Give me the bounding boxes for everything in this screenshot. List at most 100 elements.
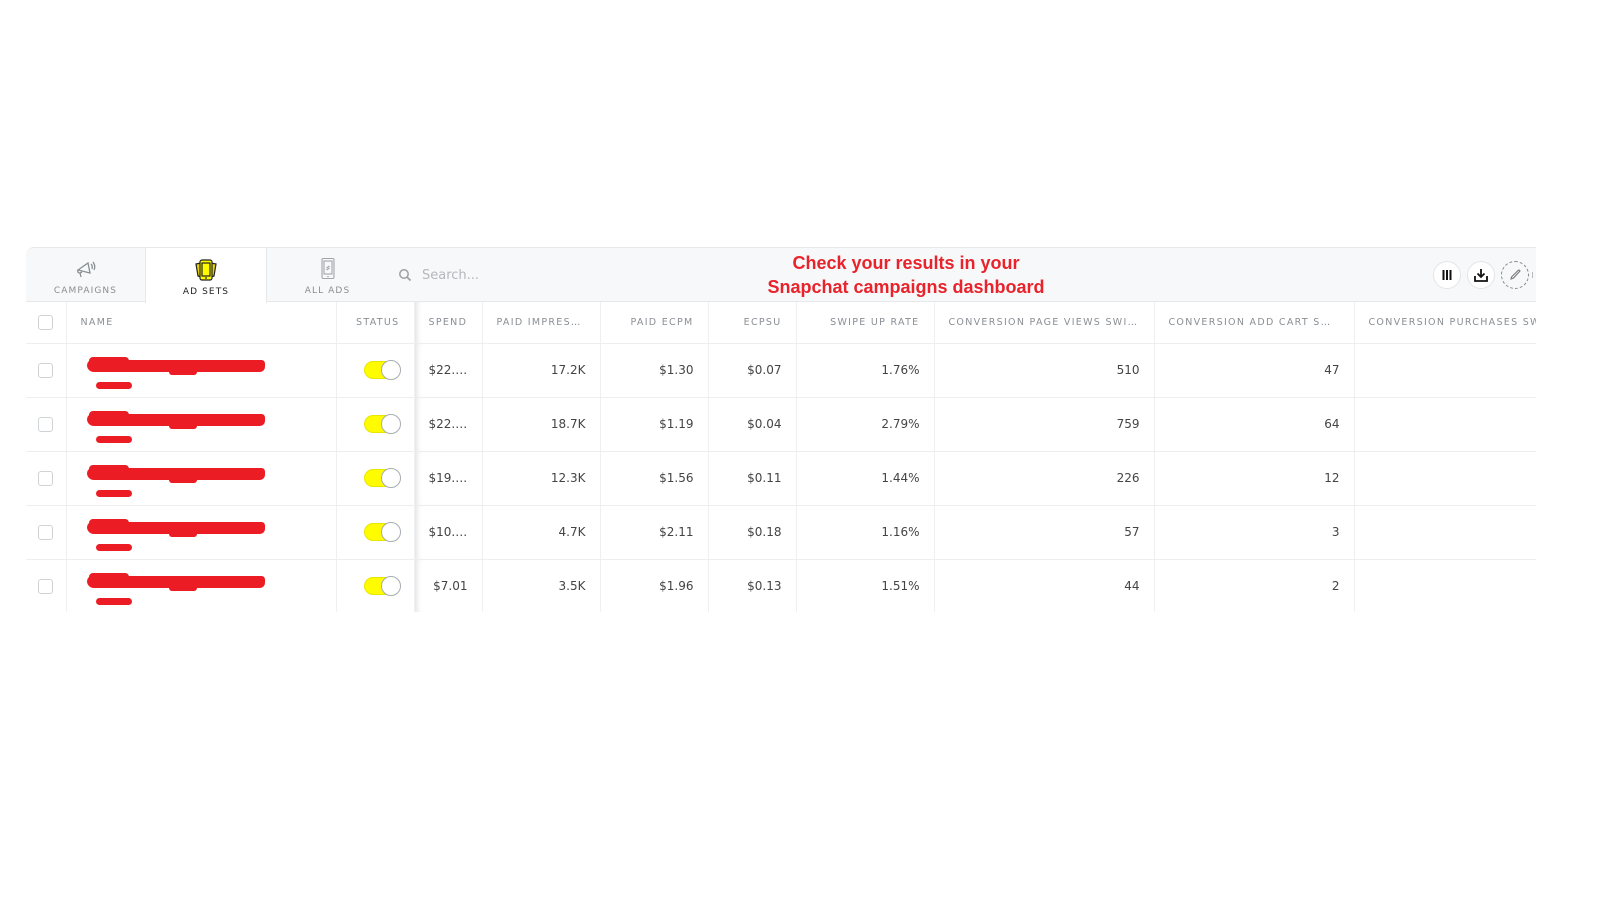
- conversion-page-views-cell: 57: [934, 505, 1155, 560]
- redaction-mark: [95, 598, 132, 605]
- paid-impressions-cell: 17.2K: [482, 343, 601, 398]
- ecpsu-cell: $0.18: [708, 505, 797, 560]
- redaction-mark: [95, 544, 132, 551]
- toggle-knob: [380, 576, 401, 596]
- conversion-purchases-cell: [1354, 397, 1536, 452]
- columns-icon: [1442, 270, 1452, 280]
- tab-all-ads[interactable]: ALL ADS: [267, 248, 388, 302]
- status-cell: [336, 397, 415, 452]
- redacted-name: [81, 404, 322, 444]
- paid-ecpm-cell: $1.56: [600, 451, 709, 506]
- spend-cell: $7.01: [414, 559, 483, 612]
- status-cell: [336, 505, 415, 560]
- column-header-ecpsu[interactable]: ECPSU: [708, 302, 797, 344]
- columns-button[interactable]: [1433, 261, 1461, 289]
- tab-campaigns[interactable]: CAMPAIGNS: [26, 248, 145, 302]
- redaction-mark: [95, 436, 132, 443]
- ad-set-name-cell[interactable]: [66, 559, 337, 612]
- status-toggle[interactable]: [363, 468, 401, 488]
- megaphone-icon: [74, 256, 98, 282]
- search-icon: [399, 269, 412, 282]
- select-all-checkbox[interactable]: [38, 314, 54, 330]
- redacted-name: [81, 458, 322, 498]
- column-header-paid-impressions[interactable]: PAID IMPRESS…: [482, 302, 601, 344]
- row-select-cell: [26, 505, 67, 560]
- row-select-cell: [26, 397, 67, 452]
- row-checkbox[interactable]: [38, 416, 54, 432]
- paid-impressions-cell: 3.5K: [482, 559, 601, 612]
- conversion-page-views-cell: 759: [934, 397, 1155, 452]
- column-header-paid-ecpm[interactable]: PAID ECPM: [600, 302, 709, 344]
- row-select-cell: [26, 343, 67, 398]
- redaction-mark: [168, 474, 197, 483]
- ecpsu-cell: $0.11: [708, 451, 797, 506]
- table-row[interactable]: $19.21 12.3K $1.56 $0.11 1.44% 226 12: [26, 451, 1536, 506]
- status-toggle[interactable]: [363, 414, 401, 434]
- annotation-text: Check your results in your Snapchat camp…: [756, 251, 1056, 299]
- search-input[interactable]: [422, 267, 592, 283]
- conversion-add-cart-cell: 2: [1154, 559, 1355, 612]
- table-row[interactable]: $10.03 4.7K $2.11 $0.18 1.16% 57 3: [26, 505, 1536, 560]
- download-button[interactable]: [1467, 261, 1495, 289]
- redacted-name: [81, 350, 322, 390]
- redaction-mark: [168, 420, 197, 429]
- redacted-name: [81, 512, 322, 552]
- download-icon: [1474, 268, 1488, 282]
- toolbar: CAMPAIGNS AD SETS ALL ADS Check your res…: [26, 248, 1536, 303]
- table-row[interactable]: $22.39 17.2K $1.30 $0.07 1.76% 510 47: [26, 343, 1536, 398]
- paid-impressions-cell: 18.7K: [482, 397, 601, 452]
- row-checkbox[interactable]: [38, 578, 54, 594]
- column-header-name[interactable]: NAME: [66, 302, 337, 344]
- conversion-add-cart-cell: 3: [1154, 505, 1355, 560]
- swipe-up-rate-cell: 1.51%: [796, 559, 935, 612]
- ad-set-name-cell[interactable]: [66, 451, 337, 506]
- ecpsu-cell: $0.13: [708, 559, 797, 612]
- conversion-add-cart-cell: 12: [1154, 451, 1355, 506]
- column-header-conversion-add-cart[interactable]: CONVERSION ADD CART SWI…: [1154, 302, 1355, 344]
- ad-set-name-cell[interactable]: [66, 505, 337, 560]
- ecpsu-cell: $0.04: [708, 397, 797, 452]
- row-checkbox[interactable]: [38, 470, 54, 486]
- column-header-swipe-up-rate[interactable]: SWIPE UP RATE: [796, 302, 935, 344]
- ad-sets-phones-icon: [193, 257, 219, 283]
- select-all-cell: [26, 302, 67, 344]
- status-toggle[interactable]: [363, 360, 401, 380]
- conversion-purchases-cell: [1354, 451, 1536, 506]
- row-checkbox[interactable]: [38, 524, 54, 540]
- ad-set-name-cell[interactable]: [66, 397, 337, 452]
- swipe-up-rate-cell: 1.16%: [796, 505, 935, 560]
- toggle-knob: [380, 468, 401, 488]
- conversion-add-cart-cell: 47: [1154, 343, 1355, 398]
- swipe-up-rate-cell: 2.79%: [796, 397, 935, 452]
- row-checkbox[interactable]: [38, 362, 54, 378]
- conversion-purchases-cell: [1354, 505, 1536, 560]
- redaction-mark: [168, 528, 197, 537]
- status-toggle[interactable]: [363, 576, 401, 596]
- table-row[interactable]: $7.01 3.5K $1.96 $0.13 1.51% 44 2: [26, 559, 1536, 612]
- conversion-add-cart-cell: 64: [1154, 397, 1355, 452]
- phone-icon: [320, 256, 336, 282]
- swipe-up-rate-cell: 1.44%: [796, 451, 935, 506]
- ad-set-name-cell[interactable]: [66, 343, 337, 398]
- status-toggle[interactable]: [363, 522, 401, 542]
- ecpsu-cell: $0.07: [708, 343, 797, 398]
- paid-ecpm-cell: $2.11: [600, 505, 709, 560]
- swipe-up-rate-cell: 1.76%: [796, 343, 935, 398]
- column-header-conversion-page-views[interactable]: CONVERSION PAGE VIEWS SWIP…: [934, 302, 1155, 344]
- paid-ecpm-cell: $1.96: [600, 559, 709, 612]
- tab-ad-sets[interactable]: AD SETS: [145, 248, 267, 303]
- toggle-knob: [380, 522, 401, 542]
- toggle-knob: [380, 414, 401, 434]
- edit-button[interactable]: [1501, 261, 1529, 289]
- column-header-label: PAID IMPRESS…: [496, 316, 590, 328]
- redacted-name: [81, 566, 322, 606]
- column-header-spend[interactable]: SPEND: [414, 302, 483, 344]
- annotation-line-1: Check your results in your: [792, 253, 1020, 273]
- table-row[interactable]: $22.26 18.7K $1.19 $0.04 2.79% 759 64: [26, 397, 1536, 452]
- spend-cell: $10.03: [414, 505, 483, 560]
- paid-ecpm-cell: $1.30: [600, 343, 709, 398]
- column-header-status[interactable]: STATUS: [336, 302, 415, 344]
- tab-label: ALL ADS: [304, 286, 351, 296]
- status-cell: [336, 559, 415, 612]
- column-header-conversion-purchases[interactable]: CONVERSION PURCHASES SW: [1354, 302, 1536, 344]
